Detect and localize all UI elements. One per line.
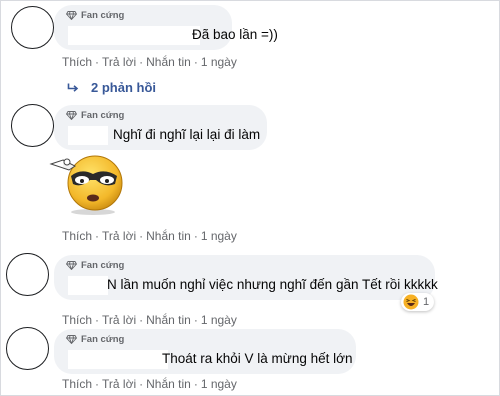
commenter-name[interactable] (68, 26, 200, 45)
reaction-count: 1 (423, 296, 430, 308)
diamond-icon (66, 11, 77, 20)
reaction-summary[interactable]: 1 (401, 293, 435, 311)
comment-text: Thoát ra khỏi V là mừng hết lớn (162, 351, 353, 366)
comment-actions: Thích · Trả lời · Nhắn tin · 1 ngày (62, 229, 237, 243)
comment-actions: Thích · Trả lời · Nhắn tin · 1 ngày (62, 377, 237, 391)
avatar[interactable] (11, 104, 54, 147)
like-link[interactable]: Thích (62, 229, 92, 243)
reply-link[interactable]: Trả lời (102, 55, 136, 69)
fan-badge: Fan cứng (66, 110, 124, 121)
reply-link[interactable]: Trả lời (102, 229, 136, 243)
avatar[interactable] (11, 6, 54, 49)
comment-text: Nghĩ đi nghĩ lại lại đi làm (113, 127, 261, 142)
commenter-name[interactable] (68, 350, 168, 369)
timestamp[interactable]: 1 ngày (201, 313, 237, 327)
commenter-name[interactable] (68, 126, 108, 145)
fan-badge: Fan cứng (66, 10, 124, 21)
replies-label: 2 phản hồi (91, 80, 156, 95)
like-link[interactable]: Thích (62, 313, 92, 327)
badge-label: Fan cứng (81, 110, 125, 121)
avatar[interactable] (6, 253, 49, 296)
like-link[interactable]: Thích (62, 377, 92, 391)
comment-bubble: Fan cứng Thoát ra khỏi V là mừng hết lớn (54, 329, 356, 374)
diamond-icon (66, 261, 77, 270)
timestamp[interactable]: 1 ngày (201, 55, 237, 69)
comment-text: Đã bao lần =)) (192, 27, 278, 42)
view-replies-link[interactable]: 2 phản hồi (67, 80, 156, 95)
comment-bubble: Fan cứng N lần muốn nghỉ việc nhưng nghĩ… (54, 255, 438, 300)
message-link[interactable]: Nhắn tin (146, 377, 191, 391)
fan-badge: Fan cứng (66, 260, 124, 271)
laughing-emoji-icon (403, 294, 419, 310)
comment-bubble: Fan cứng Đã bao lần =)) (54, 5, 278, 50)
reply-link[interactable]: Trả lời (102, 313, 136, 327)
sunglasses-emoji-sticker (49, 155, 123, 215)
message-link[interactable]: Nhắn tin (146, 313, 191, 327)
diamond-icon (66, 111, 77, 120)
diamond-icon (66, 335, 77, 344)
message-link[interactable]: Nhắn tin (146, 55, 191, 69)
timestamp[interactable]: 1 ngày (201, 229, 237, 243)
like-link[interactable]: Thích (62, 55, 92, 69)
reply-link[interactable]: Trả lời (102, 377, 136, 391)
comment-actions: Thích · Trả lời · Nhắn tin · 1 ngày (62, 313, 237, 327)
comment-text: N lần muốn nghỉ việc nhưng nghĩ đến gần … (107, 277, 438, 292)
comment-actions: Thích · Trả lời · Nhắn tin · 1 ngày (62, 55, 237, 69)
fan-badge: Fan cứng (66, 334, 124, 345)
badge-label: Fan cứng (81, 10, 125, 21)
message-link[interactable]: Nhắn tin (146, 229, 191, 243)
reply-arrow-icon (67, 83, 79, 92)
commenter-name[interactable] (68, 276, 108, 295)
avatar[interactable] (6, 327, 49, 370)
timestamp[interactable]: 1 ngày (201, 377, 237, 391)
comment-bubble: Fan cứng Nghĩ đi nghĩ lại lại đi làm (54, 105, 267, 150)
badge-label: Fan cứng (81, 260, 125, 271)
badge-label: Fan cứng (81, 334, 125, 345)
